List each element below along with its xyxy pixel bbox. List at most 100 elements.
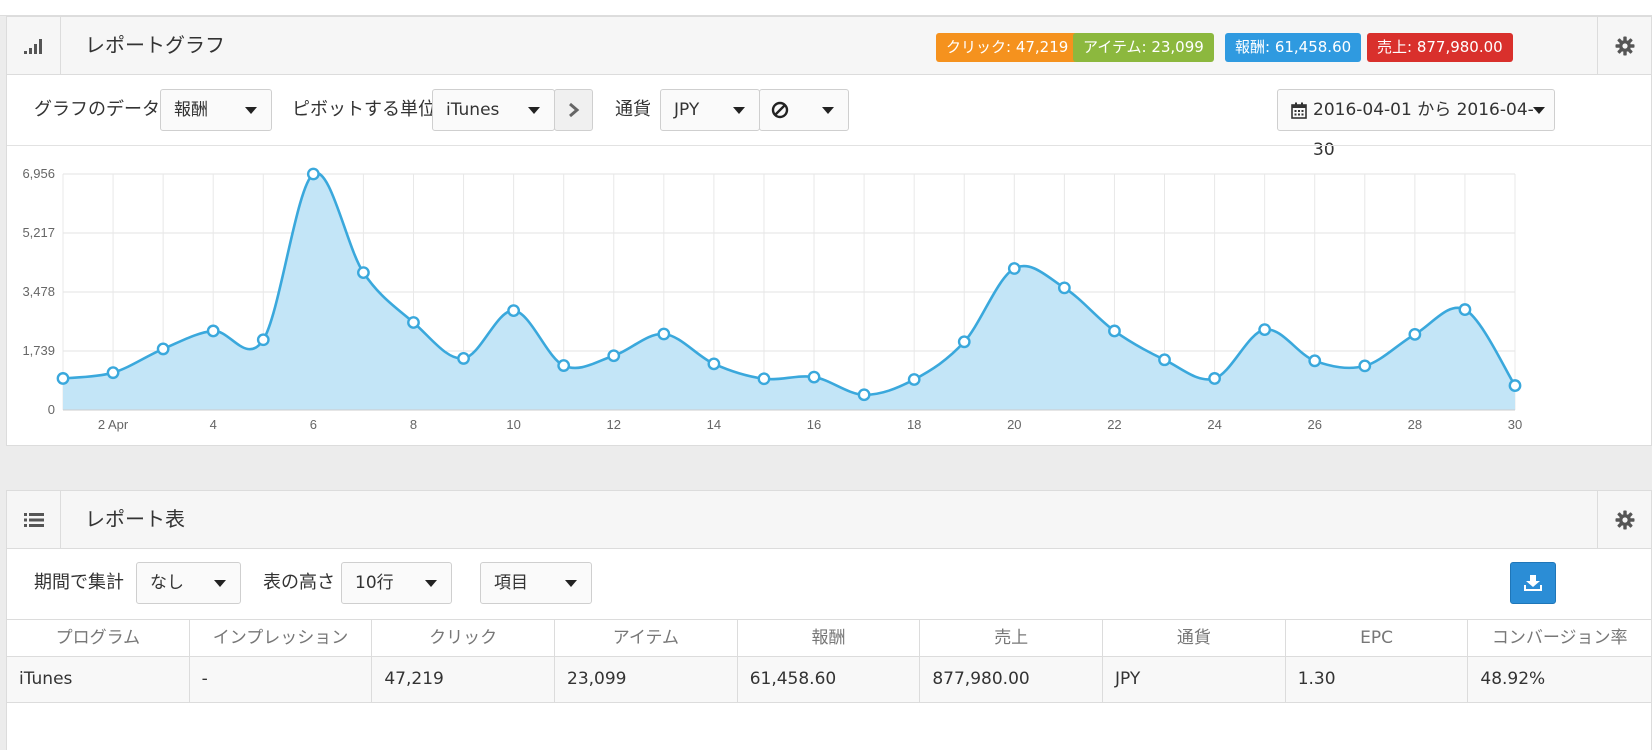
table-row: iTunes - 47,219 23,099 61,458.60 877,980… (7, 657, 1651, 703)
divider (7, 145, 1651, 146)
period-value: なし (150, 573, 184, 593)
column-header[interactable]: 売上 (920, 620, 1104, 656)
graph-data-select[interactable]: 報酬 (160, 89, 272, 131)
chevron-right-icon (568, 102, 579, 118)
currency-label: 通貨 (615, 99, 651, 120)
x-tick-label: 24 (1207, 417, 1221, 432)
data-point (707, 357, 721, 371)
data-point (1007, 262, 1021, 275)
x-tick-label: 2 Apr (98, 417, 129, 432)
column-header[interactable]: インプレッション (190, 620, 373, 656)
table-height-value: 10行 (355, 573, 394, 593)
columns-select[interactable]: 項目 (480, 562, 592, 604)
report-graph-panel: レポートグラフ クリック: 47,219 アイテム: 23,099 報酬: 61… (6, 16, 1652, 446)
area-chart: 0 1,739 3,478 5,217 6,956 2 Apr 4 6 8 10 12 14 16 18 2… (22, 166, 1522, 432)
data-point (357, 266, 370, 279)
data-point (1408, 327, 1422, 341)
column-header[interactable]: コンバージョン率 (1468, 620, 1651, 656)
ban-select[interactable] (759, 89, 849, 131)
panel-header: レポートグラフ クリック: 47,219 アイテム: 23,099 報酬: 61… (7, 17, 1651, 75)
column-header[interactable]: 通貨 (1103, 620, 1286, 656)
column-header[interactable]: アイテム (555, 620, 738, 656)
signal-bars-icon (7, 17, 61, 74)
period-select[interactable]: なし (136, 562, 241, 604)
data-point (907, 373, 921, 386)
y-tick-label: 5,217 (22, 225, 55, 240)
pivot-select[interactable]: iTunes (432, 89, 555, 131)
data-point (957, 335, 971, 349)
data-point (106, 366, 120, 380)
caret-down-icon (214, 580, 226, 587)
column-header[interactable]: クリック (372, 620, 556, 656)
table-cell: JPY (1103, 657, 1286, 702)
x-tick-label: 18 (907, 417, 921, 432)
reward-badge: 報酬: 61,458.60 (1225, 33, 1362, 62)
gear-icon[interactable] (1597, 17, 1651, 74)
column-header[interactable]: 報酬 (738, 620, 921, 656)
data-point (1458, 303, 1472, 316)
column-header[interactable]: プログラム (7, 620, 190, 656)
x-tick-label: 14 (707, 417, 721, 432)
caret-down-icon (733, 107, 745, 114)
y-tick-label: 6,956 (22, 166, 55, 181)
caret-down-icon (245, 107, 257, 114)
data-point (807, 370, 821, 384)
table-cell: 877,980.00 (920, 657, 1104, 702)
period-label: 期間で集計 (34, 572, 124, 593)
table-cell: 1.30 (1286, 657, 1469, 702)
data-point (256, 333, 270, 347)
data-point (857, 388, 871, 402)
calendar-icon (1291, 102, 1307, 119)
x-tick-label: 10 (506, 417, 520, 432)
report-chart: 0 1,739 3,478 5,217 6,956 2 Apr 4 6 8 10 12 14 16 18 2… (7, 148, 1651, 448)
data-point (1057, 281, 1071, 295)
caret-down-icon (425, 580, 437, 587)
data-point (1158, 353, 1171, 367)
y-tick-label: 1,739 (22, 343, 55, 358)
x-tick-label: 26 (1307, 417, 1321, 432)
table-height-select[interactable]: 10行 (341, 562, 452, 604)
table-header-row: プログラム インプレッション クリック アイテム 報酬 売上 通貨 EPC コン… (7, 619, 1651, 657)
table-cell: - (190, 657, 373, 702)
top-strip (0, 0, 1652, 16)
ban-icon (771, 101, 789, 119)
data-point (607, 349, 621, 363)
pivot-next-button[interactable] (554, 89, 593, 131)
data-point (457, 352, 470, 365)
data-point (1258, 323, 1272, 336)
data-point (757, 372, 771, 386)
date-range-picker[interactable]: 2016-04-01 から 2016-04-30 (1277, 89, 1555, 160)
data-point (206, 324, 220, 338)
clicks-badge: クリック: 47,219 (936, 33, 1079, 62)
graph-data-label: グラフのデータ (34, 99, 160, 120)
currency-value: JPY (674, 100, 700, 120)
data-point (657, 327, 671, 341)
x-tick-label: 22 (1107, 417, 1121, 432)
download-button[interactable] (1510, 562, 1556, 604)
data-point (407, 316, 420, 329)
x-tick-label: 20 (1007, 417, 1021, 432)
data-point (306, 167, 320, 181)
y-tick-label: 0 (48, 402, 55, 417)
data-point (1208, 372, 1221, 385)
graph-data-value: 報酬 (174, 100, 208, 120)
column-header[interactable]: EPC (1286, 620, 1469, 656)
table-cell: 61,458.60 (738, 657, 921, 702)
table-cell: 48.92% (1480, 669, 1546, 689)
x-tick-label: 12 (607, 417, 621, 432)
series-area (63, 172, 1515, 410)
caret-down-icon (528, 107, 540, 114)
data-point (507, 304, 521, 317)
x-tick-label: 16 (807, 417, 821, 432)
gear-icon[interactable] (1597, 491, 1651, 548)
download-icon (1524, 575, 1542, 591)
currency-select[interactable]: JPY (660, 89, 760, 131)
panel-title: レポート表 (85, 507, 185, 531)
data-point (1358, 359, 1372, 373)
x-tick-label: 6 (310, 417, 317, 432)
table-cell: iTunes (7, 657, 190, 702)
x-tick-label: 4 (210, 417, 217, 432)
x-tick-label: 28 (1408, 417, 1422, 432)
caret-down-icon (822, 107, 834, 114)
data-point (1308, 354, 1322, 368)
